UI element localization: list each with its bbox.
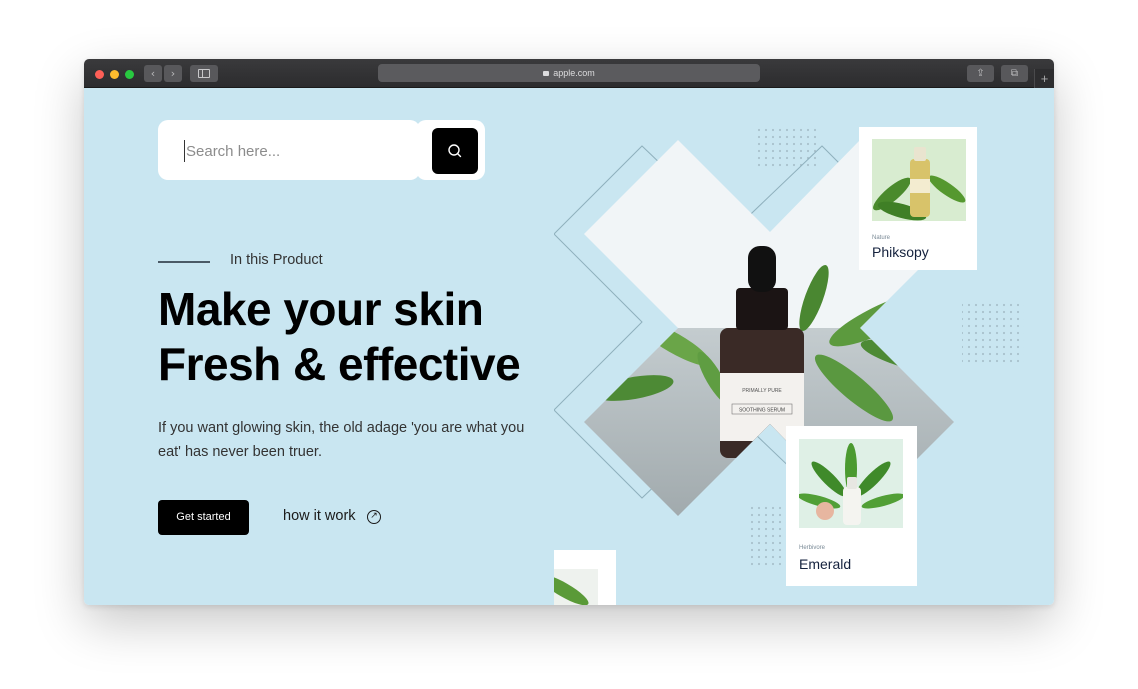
phiksopy-product-image xyxy=(872,139,966,221)
share-button[interactable]: ⇪ xyxy=(967,65,994,82)
arrow-up-right-icon[interactable]: ↗ xyxy=(367,510,381,524)
sidebar-toggle-button[interactable] xyxy=(190,65,218,82)
landing-page: In this Product Make your skin Fresh & e… xyxy=(84,88,1054,605)
forward-button[interactable]: › xyxy=(164,65,182,82)
eyebrow-text: In this Product xyxy=(230,252,323,268)
emerald-name: Emerald xyxy=(799,556,852,572)
headline-line-2: Fresh & effective xyxy=(158,338,521,390)
sidebar-icon xyxy=(198,69,210,78)
eyebrow-divider xyxy=(158,261,210,263)
bottom-product-image xyxy=(554,569,598,605)
product-card-emerald[interactable]: Herbivore Emerald xyxy=(786,426,917,586)
lock-icon xyxy=(543,71,550,76)
search-container xyxy=(158,120,420,180)
search-button[interactable] xyxy=(432,128,478,174)
show-tabs-button[interactable]: ⧉ xyxy=(1001,65,1028,82)
emerald-category: Herbivore xyxy=(799,545,826,551)
zoom-window-button[interactable] xyxy=(125,70,134,79)
hero-description: If you want glowing skin, the old adage … xyxy=(158,420,525,460)
search-icon xyxy=(448,144,462,158)
how-it-work-link[interactable]: how it work xyxy=(283,508,356,524)
phiksopy-name: Phiksopy xyxy=(872,244,929,260)
dot-grid-top xyxy=(757,128,817,170)
browser-window: ‹ › apple.com ⇪ ⧉ + In this Product Make… xyxy=(84,59,1054,605)
minimize-window-button[interactable] xyxy=(110,70,119,79)
dot-grid-right xyxy=(962,300,1024,364)
address-bar[interactable]: apple.com xyxy=(378,64,760,82)
search-input[interactable] xyxy=(184,140,404,162)
phiksopy-category: Nature xyxy=(872,235,891,241)
bottle-label: SOOTHING SERUM xyxy=(739,408,785,414)
browser-titlebar: ‹ › apple.com ⇪ ⧉ + xyxy=(84,59,1054,88)
get-started-button[interactable]: Get started xyxy=(158,500,249,535)
product-card-phiksopy[interactable]: Nature Phiksopy xyxy=(859,127,977,270)
close-window-button[interactable] xyxy=(95,70,104,79)
headline-line-1: Make your skin xyxy=(158,283,484,335)
new-tab-button[interactable]: + xyxy=(1034,69,1054,88)
emerald-product-image xyxy=(799,439,903,528)
search-button-container xyxy=(416,120,485,180)
address-bar-url: apple.com xyxy=(553,68,595,78)
bottle-brand: PRIMALLY PURE xyxy=(742,388,782,394)
back-button[interactable]: ‹ xyxy=(144,65,162,82)
hero-headline: Make your skin Fresh & effective xyxy=(158,282,598,392)
